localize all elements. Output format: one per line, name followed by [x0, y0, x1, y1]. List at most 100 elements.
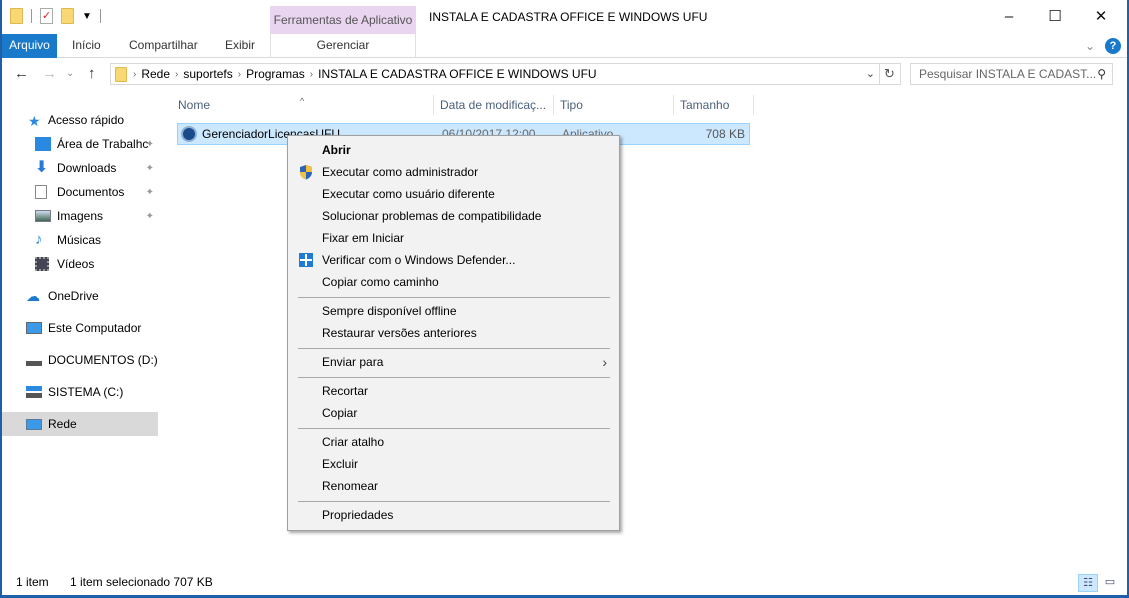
menu-item-copiar-como-caminho[interactable]: Copiar como caminho [288, 271, 619, 293]
breadcrumb-current-folder[interactable]: INSTALA E CADASTRA OFFICE E WINDOWS UFU [318, 67, 596, 81]
expand-ribbon-icon[interactable]: ⌄ [1085, 39, 1095, 53]
tab-inicio[interactable]: Início [64, 34, 109, 58]
sidebar-item-acesso-rapido[interactable]: ★ Acesso rápido [2, 108, 158, 132]
breadcrumb-rede[interactable]: Rede [141, 67, 170, 81]
menu-separator [298, 501, 610, 502]
tab-arquivo[interactable]: Arquivo [2, 34, 57, 58]
details-view-button[interactable]: ☷ [1078, 574, 1098, 592]
sort-ascending-icon: ^ [300, 96, 305, 106]
menu-item-sempre-disponivel-offline[interactable]: Sempre disponível offline [288, 300, 619, 322]
refresh-button[interactable]: ↻ [879, 63, 901, 85]
pin-icon[interactable]: ✦ [146, 139, 154, 150]
uac-shield-icon [300, 165, 312, 180]
column-header-tamanho[interactable]: Tamanho [674, 95, 754, 115]
sidebar-item-este-computador[interactable]: Este Computador [2, 316, 158, 340]
forward-button[interactable]: → [42, 65, 57, 82]
address-dropdown-icon[interactable]: ⌄ [866, 67, 875, 80]
contextual-tab-group-label: Ferramentas de Aplicativo [270, 6, 416, 34]
menu-item-executar-como-administrador[interactable]: Executar como administrador [288, 161, 619, 183]
properties-check-icon[interactable]: ✓ [40, 8, 53, 24]
sidebar-item-area-de-trabalho[interactable]: Área de Trabalhc ✦ [2, 132, 158, 156]
address-toolbar: ← → ⌄ ↑ › Rede › suportefs › Programas ›… [2, 59, 1127, 89]
column-header-data[interactable]: Data de modificaç... [434, 95, 554, 115]
network-icon [26, 418, 42, 430]
music-icon: ♪ [35, 231, 43, 248]
menu-item-criar-atalho[interactable]: Criar atalho [288, 431, 619, 453]
menu-item-solucionar-problemas[interactable]: Solucionar problemas de compatibilidade [288, 205, 619, 227]
new-folder-icon[interactable] [61, 8, 74, 24]
large-icons-view-button[interactable]: ▭ [1100, 574, 1120, 592]
drive-icon [26, 360, 42, 366]
menu-separator [298, 377, 610, 378]
application-icon [181, 126, 197, 142]
menu-item-copiar[interactable]: Copiar [288, 402, 619, 424]
sidebar-item-documentos[interactable]: Documentos ✦ [2, 180, 158, 204]
sidebar-item-imagens[interactable]: Imagens ✦ [2, 204, 158, 228]
search-input[interactable]: Pesquisar INSTALA E CADAST... ⚲ [910, 63, 1113, 85]
toolbar-divider [99, 9, 101, 23]
folder-icon [115, 66, 127, 82]
desktop-icon [35, 137, 51, 151]
submenu-arrow-icon: › [602, 354, 607, 370]
sidebar-item-sistema-c[interactable]: SISTEMA (C:) [2, 380, 158, 404]
menu-item-recortar[interactable]: Recortar [288, 380, 619, 402]
menu-item-enviar-para[interactable]: Enviar para › [288, 351, 619, 373]
ribbon-tabs: Arquivo Início Compartilhar Exibir Geren… [2, 34, 1127, 58]
breadcrumb-suportefs[interactable]: suportefs [183, 67, 232, 81]
sidebar-item-videos[interactable]: Vídeos [2, 252, 158, 276]
menu-item-fixar-em-iniciar[interactable]: Fixar em Iniciar [288, 227, 619, 249]
selection-info: 1 item selecionado 707 KB [70, 575, 213, 589]
sidebar-item-downloads[interactable]: ⬇ Downloads ✦ [2, 156, 158, 180]
sidebar-item-rede[interactable]: Rede [2, 412, 158, 436]
recent-locations-button[interactable]: ⌄ [66, 68, 74, 79]
item-count: 1 item [16, 575, 49, 589]
help-icon[interactable]: ? [1105, 38, 1121, 54]
star-icon: ★ [28, 113, 41, 129]
videos-icon [35, 257, 49, 271]
tab-compartilhar[interactable]: Compartilhar [121, 34, 206, 58]
download-icon: ⬇ [35, 159, 49, 176]
documents-icon [35, 185, 47, 199]
back-button[interactable]: ← [14, 65, 29, 82]
menu-item-propriedades[interactable]: Propriedades [288, 504, 619, 526]
defender-icon [299, 253, 313, 267]
folder-icon[interactable] [10, 8, 23, 24]
close-button[interactable]: ✕ [1078, 4, 1124, 30]
quick-access-toolbar: ✓ ▼ [10, 8, 101, 24]
column-header-tipo[interactable]: Tipo [554, 95, 674, 115]
up-button[interactable]: ↑ [88, 65, 96, 82]
menu-separator [298, 428, 610, 429]
search-icon[interactable]: ⚲ [1097, 64, 1106, 84]
sidebar-item-musicas[interactable]: ♪ Músicas [2, 228, 158, 252]
window-title: INSTALA E CADASTRA OFFICE E WINDOWS UFU [429, 10, 708, 24]
pin-icon[interactable]: ✦ [146, 163, 154, 174]
pin-icon[interactable]: ✦ [146, 211, 154, 222]
breadcrumb-programas[interactable]: Programas [246, 67, 305, 81]
sidebar-item-documentos-d[interactable]: DOCUMENTOS (D:) [2, 348, 158, 372]
title-bar: ✓ ▼ Ferramentas de Aplicativo INSTALA E … [2, 0, 1127, 34]
status-bar: 1 item 1 item selecionado 707 KB ☷ ▭ [2, 570, 1127, 595]
menu-separator [298, 297, 610, 298]
sidebar-item-onedrive[interactable]: ☁ OneDrive [2, 284, 158, 308]
menu-item-excluir[interactable]: Excluir [288, 453, 619, 475]
system-drive-icon [26, 386, 42, 398]
file-size: 708 KB [705, 127, 745, 141]
menu-item-executar-como-usuario-diferente[interactable]: Executar como usuário diferente [288, 183, 619, 205]
toolbar-divider [31, 9, 32, 23]
address-field[interactable]: › Rede › suportefs › Programas › INSTALA… [110, 63, 880, 85]
search-placeholder: Pesquisar INSTALA E CADAST... [919, 67, 1097, 81]
menu-item-abrir[interactable]: Abrir [288, 139, 619, 161]
onedrive-icon: ☁ [26, 288, 40, 304]
menu-item-renomear[interactable]: Renomear [288, 475, 619, 497]
context-menu: Abrir Executar como administrador Execut… [287, 135, 620, 531]
tab-gerenciar[interactable]: Gerenciar [270, 34, 416, 58]
column-header-nome[interactable]: Nome ^ [172, 95, 434, 115]
menu-item-verificar-windows-defender[interactable]: Verificar com o Windows Defender... [288, 249, 619, 271]
customize-dropdown-icon[interactable]: ▼ [82, 11, 92, 22]
minimize-button[interactable]: – [986, 4, 1032, 30]
maximize-button[interactable]: ☐ [1032, 4, 1078, 30]
tab-exibir[interactable]: Exibir [217, 34, 263, 58]
pictures-icon [35, 210, 51, 222]
menu-item-restaurar-versoes[interactable]: Restaurar versões anteriores [288, 322, 619, 344]
pin-icon[interactable]: ✦ [146, 187, 154, 198]
